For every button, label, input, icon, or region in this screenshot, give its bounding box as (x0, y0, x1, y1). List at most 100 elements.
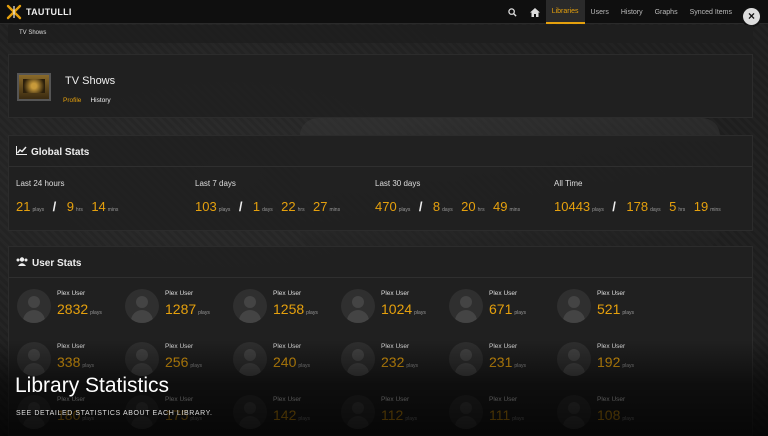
user-stats-title: User Stats (32, 257, 82, 269)
user-card[interactable]: Plex User 671 plays (449, 285, 554, 329)
tab-profile[interactable]: Profile (63, 97, 81, 104)
user-card[interactable]: Plex User 1024 plays (341, 285, 446, 329)
global-stats-panel: Global Stats Last 24 hours 21 plays / 9 hr… (8, 135, 753, 231)
plays-count: 671 (489, 301, 513, 317)
minutes-unit: mins (329, 207, 341, 213)
plays-value: 103 (195, 199, 217, 214)
search-icon[interactable] (502, 0, 524, 24)
minutes-unit: mins (710, 207, 721, 213)
hours-unit: hrs (297, 207, 305, 213)
stat-period: Last 24 hours 21 plays / 9 hrs 14 mins (16, 179, 196, 216)
period-label: Last 30 days (375, 179, 421, 188)
plays-unit: plays (306, 310, 318, 316)
divider (9, 277, 752, 278)
brand-name: TAUTULLI (26, 6, 72, 17)
period-label: Last 7 days (195, 179, 236, 188)
minutes-unit: mins (509, 207, 521, 213)
user-name[interactable]: Plex User (165, 290, 193, 297)
nav-graphs[interactable]: Graphs (649, 0, 684, 24)
library-title: TV Shows (65, 75, 116, 87)
user-name[interactable]: Plex User (489, 290, 517, 297)
user-plays: 521 plays (597, 301, 634, 319)
plays-unit: plays (398, 207, 411, 213)
global-stats-title: Global Stats (31, 146, 90, 158)
users-icon (16, 257, 32, 269)
plays-unit: plays (198, 310, 210, 316)
overlay-title: Library Statistics (15, 374, 170, 397)
plays-count: 1024 (381, 301, 413, 317)
top-navbar: TAUTULLI Libraries Users History Graphs … (0, 0, 768, 24)
tab-history[interactable]: History (90, 97, 110, 104)
avatar[interactable] (125, 289, 159, 323)
separator: / (612, 199, 616, 214)
avatar[interactable] (341, 289, 375, 323)
brand-link[interactable]: TAUTULLI (6, 4, 72, 20)
hours-value: 22 (281, 199, 296, 214)
hours-unit: hrs (678, 207, 686, 213)
user-card[interactable]: Plex User 1287 plays (125, 285, 230, 329)
library-header: TV Shows Profile History (8, 54, 753, 118)
close-icon[interactable]: × (743, 8, 760, 25)
days-unit: days (442, 207, 453, 213)
nav-users[interactable]: Users (585, 0, 615, 24)
nav-synced-items[interactable]: Synced Items (684, 0, 738, 24)
stat-period: All Time 10443 plays / 178 days 5 hrs 19 min… (554, 179, 734, 216)
plays-unit: plays (90, 310, 102, 316)
minutes-unit: mins (107, 207, 119, 213)
user-card[interactable]: Plex User 521 plays (557, 285, 662, 329)
hours-unit: hrs (75, 207, 83, 213)
hours-value: 5 (669, 199, 677, 214)
divider (9, 166, 752, 167)
plays-unit: plays (622, 310, 635, 316)
days-value: 8 (432, 199, 441, 214)
avatar[interactable] (557, 289, 591, 323)
plays-count: 1287 (165, 301, 197, 317)
hours-value: 20 (461, 199, 476, 214)
hours-value: 9 (66, 199, 74, 214)
plays-value: 21 (16, 199, 31, 214)
avatar[interactable] (233, 289, 267, 323)
user-plays: 671 plays (489, 301, 526, 319)
stat-period: Last 7 days 103 plays / 1 days 22 hrs 27 min… (195, 179, 375, 216)
minutes-value: 14 (91, 199, 106, 214)
user-card[interactable]: Plex User 1258 plays (233, 285, 338, 329)
minutes-value: 27 (313, 199, 328, 214)
breadcrumb: TV Shows (8, 25, 753, 43)
plays-count: 1258 (273, 301, 305, 317)
plays-count: 2832 (57, 301, 89, 317)
tautulli-logo-icon (6, 4, 22, 20)
period-label: All Time (554, 179, 583, 188)
days-unit: days (650, 207, 661, 213)
separator: / (52, 199, 57, 214)
library-thumbnail (17, 73, 51, 101)
plays-unit: plays (218, 207, 231, 213)
global-stats-heading: Global Stats (16, 146, 89, 158)
stat-period: Last 30 days 470 plays / 8 days 20 hrs 49 mi… (375, 179, 555, 216)
separator: / (418, 199, 423, 214)
user-card[interactable]: Plex User 2832 plays (17, 285, 122, 329)
user-name[interactable]: Plex User (597, 290, 625, 297)
separator: / (238, 199, 243, 214)
user-plays: 1258 plays (273, 301, 318, 319)
plays-unit: plays (592, 207, 604, 213)
user-plays: 1287 plays (165, 301, 210, 319)
user-name[interactable]: Plex User (57, 290, 85, 297)
user-plays: 2832 plays (57, 301, 102, 319)
period-label: Last 24 hours (16, 179, 65, 188)
user-name[interactable]: Plex User (273, 290, 301, 297)
user-name[interactable]: Plex User (381, 290, 409, 297)
days-value: 1 (252, 199, 261, 214)
days-value: 178 (626, 199, 649, 214)
plays-count: 521 (597, 301, 621, 317)
days-unit: days (262, 207, 273, 213)
hours-unit: hrs (477, 207, 485, 213)
plays-unit: plays (32, 207, 45, 213)
minutes-value: 49 (493, 199, 508, 214)
home-icon[interactable] (524, 0, 546, 24)
nav-history[interactable]: History (615, 0, 649, 24)
avatar[interactable] (17, 289, 51, 323)
avatar[interactable] (449, 289, 483, 323)
user-plays: 1024 plays (381, 301, 426, 319)
nav-libraries[interactable]: Libraries (545, 0, 585, 24)
line-chart-icon (16, 146, 31, 158)
